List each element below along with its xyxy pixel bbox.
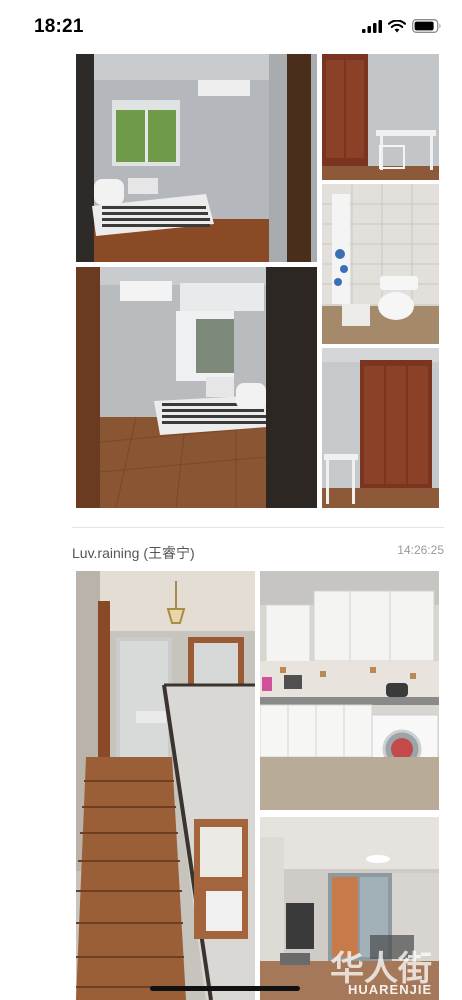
kitchen-image bbox=[260, 571, 439, 810]
photo-bathroom[interactable] bbox=[322, 184, 439, 344]
post-divider bbox=[72, 527, 444, 528]
status-bar: 18:21 bbox=[0, 0, 462, 52]
post-author-name[interactable]: Luv.raining (王睿宁) bbox=[72, 543, 195, 563]
wardrobe-desk-image bbox=[322, 54, 439, 180]
photo-bedroom[interactable] bbox=[76, 54, 317, 262]
watermark-text: HUARENJIE bbox=[348, 982, 433, 997]
status-time: 18:21 bbox=[34, 16, 84, 37]
staircase-image bbox=[76, 571, 255, 1000]
wifi-icon bbox=[388, 19, 406, 32]
photo-wardrobe[interactable] bbox=[322, 348, 439, 508]
wardrobe-image bbox=[322, 348, 439, 508]
bedroom-wide-image bbox=[76, 267, 317, 508]
photo-staircase[interactable] bbox=[76, 571, 255, 1000]
photo-kitchen[interactable] bbox=[260, 571, 439, 810]
photo-wardrobe-desk[interactable] bbox=[322, 54, 439, 180]
cellular-signal-icon bbox=[362, 19, 382, 33]
system-icons bbox=[362, 19, 442, 33]
bedroom-image bbox=[76, 54, 317, 262]
photo-bedroom-wide[interactable] bbox=[76, 267, 317, 508]
post-timestamp: 14:26:25 bbox=[397, 543, 444, 557]
home-indicator[interactable] bbox=[150, 986, 300, 991]
battery-icon bbox=[412, 19, 441, 33]
bathroom-image bbox=[322, 184, 439, 344]
